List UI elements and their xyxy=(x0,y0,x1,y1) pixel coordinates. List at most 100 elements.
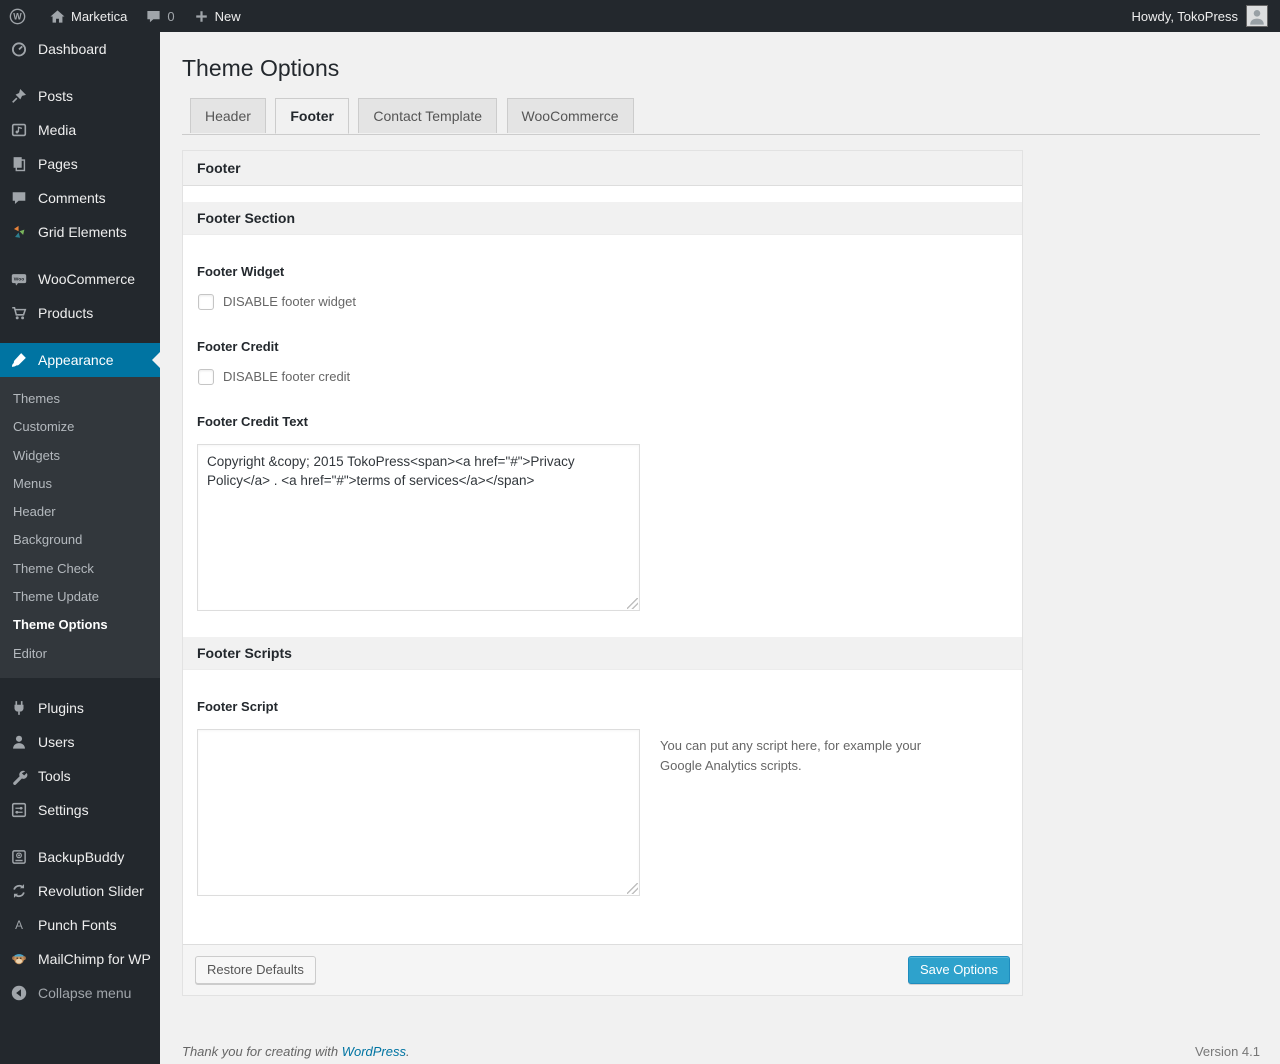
tab-contact-template[interactable]: Contact Template xyxy=(358,97,498,133)
footer-credit-textarea[interactable]: Copyright &copy; 2015 TokoPress<span><a … xyxy=(197,443,640,611)
sidebar-item-mailchimp[interactable]: MailChimp for WP xyxy=(0,942,160,976)
comment-count: 0 xyxy=(167,8,175,24)
sidebar-item-label: Users xyxy=(38,733,75,750)
footer-credit-checkbox[interactable] xyxy=(198,368,214,385)
sidebar-item-label: Grid Elements xyxy=(38,224,127,240)
wordpress-logo-icon: W xyxy=(9,8,26,25)
tab-footer[interactable]: Footer xyxy=(275,97,349,134)
sidebar-item-label: Pages xyxy=(38,156,78,172)
sidebar-item-grid-elements[interactable]: Grid Elements xyxy=(0,215,160,249)
sidebar-item-label: Posts xyxy=(38,88,74,104)
submenu-item-editor[interactable]: Editor xyxy=(0,640,160,668)
tab-header[interactable]: Header xyxy=(190,97,266,133)
thankyou-text: Thank you for creating with WordPress. xyxy=(182,1044,410,1059)
submenu-item-themes[interactable]: Themes xyxy=(0,385,160,413)
version-label: Version 4.1 xyxy=(1194,1043,1260,1059)
sidebar-item-label: Settings xyxy=(38,801,89,818)
sidebar-item-label: Plugins xyxy=(38,699,84,716)
sidebar-item-dashboard[interactable]: Dashboard xyxy=(0,32,160,66)
submenu-item-theme-check[interactable]: Theme Check xyxy=(0,555,160,583)
mailchimp-monkey-icon xyxy=(9,949,29,969)
thankyou-suffix: . xyxy=(406,1043,410,1059)
sidebar-item-backupbuddy[interactable]: BackupBuddy xyxy=(0,840,160,874)
footer-widget-checkbox[interactable] xyxy=(198,293,214,310)
footer-credit-label: Footer Credit xyxy=(197,338,279,354)
restore-defaults-button[interactable]: Restore Defaults xyxy=(195,955,316,984)
sidebar-item-label: Comments xyxy=(38,190,106,206)
circular-arrows-icon xyxy=(9,881,29,901)
sidebar-item-media[interactable]: Media xyxy=(0,113,160,147)
theme-options-panel: Footer Footer Section Footer Widget DISA… xyxy=(182,149,1023,996)
wrench-icon xyxy=(9,766,29,786)
sidebar-item-label: Punch Fonts xyxy=(38,916,117,933)
sidebar-item-label: Products xyxy=(38,305,94,321)
sidebar-item-plugins[interactable]: Plugins xyxy=(0,691,160,725)
comment-bubble-icon xyxy=(145,8,162,25)
howdy-account-link[interactable]: Howdy, TokoPress xyxy=(1132,9,1238,24)
sidebar-item-label: Dashboard xyxy=(38,41,107,57)
avatar[interactable] xyxy=(1246,5,1268,27)
collapse-arrow-icon xyxy=(9,983,29,1003)
sidebar-item-appearance[interactable]: Appearance xyxy=(0,343,160,377)
site-name-menu[interactable]: Marketica xyxy=(40,0,136,32)
submenu-item-header[interactable]: Header xyxy=(0,498,160,526)
new-content-menu[interactable]: New xyxy=(184,0,250,32)
wordpress-link[interactable]: WordPress xyxy=(342,1044,406,1059)
footer-widget-check-row: DISABLE footer widget xyxy=(197,293,1008,310)
submenu-item-theme-options[interactable]: Theme Options xyxy=(0,611,160,639)
footer-widget-checkbox-label: DISABLE footer widget xyxy=(223,294,356,310)
backup-disk-icon xyxy=(9,847,29,867)
page-title: Theme Options xyxy=(182,55,340,81)
sidebar-item-comments[interactable]: Comments xyxy=(0,181,160,215)
footer-credit-check-row: DISABLE footer credit xyxy=(197,368,1008,385)
sidebar-item-posts[interactable]: Posts xyxy=(0,79,160,113)
svg-text:W: W xyxy=(13,11,22,21)
home-icon xyxy=(49,8,66,25)
comments-menu[interactable]: 0 xyxy=(136,0,183,32)
footer-credit-checkbox-label: DISABLE footer credit xyxy=(223,369,351,385)
sidebar-item-label: BackupBuddy xyxy=(38,848,125,865)
comments-icon xyxy=(9,188,29,208)
sidebar-item-tools[interactable]: Tools xyxy=(0,759,160,793)
sidebar-item-settings[interactable]: Settings xyxy=(0,793,160,827)
submenu-item-menus[interactable]: Menus xyxy=(0,470,160,498)
settings-sliders-icon xyxy=(9,800,29,820)
plus-icon xyxy=(193,8,210,25)
section-footer-section: Footer Section xyxy=(183,201,1022,235)
footer-script-textarea[interactable] xyxy=(197,728,640,896)
admin-sidebar: Dashboard Posts Media Pages Comments Gri… xyxy=(0,32,160,1064)
paintbrush-icon xyxy=(9,350,29,370)
sidebar-item-label: Tools xyxy=(38,767,71,784)
sidebar-item-collapse-menu[interactable]: Collapse menu xyxy=(0,976,160,1010)
main-content: Theme Options Header Footer Contact Temp… xyxy=(160,32,1280,1064)
letter-a-icon: A xyxy=(9,915,29,935)
submenu-item-widgets[interactable]: Widgets xyxy=(0,442,160,470)
thankyou-prefix: Thank you for creating with xyxy=(182,1043,342,1059)
sidebar-item-products[interactable]: Products xyxy=(0,296,160,330)
page-footer: Thank you for creating with WordPress. V… xyxy=(182,1044,1260,1059)
sidebar-item-users[interactable]: Users xyxy=(0,725,160,759)
section-footer-scripts: Footer Scripts xyxy=(183,636,1022,670)
save-options-button[interactable]: Save Options xyxy=(907,955,1010,984)
tab-woocommerce[interactable]: WooCommerce xyxy=(506,97,634,133)
sidebar-item-label: Collapse menu xyxy=(38,984,132,1001)
sidebar-item-pages[interactable]: Pages xyxy=(0,147,160,181)
sidebar-item-punch-fonts[interactable]: A Punch Fonts xyxy=(0,908,160,942)
footer-credit-text-label: Footer Credit Text xyxy=(197,413,308,429)
footer-scripts-body: Footer Script You can put any script her… xyxy=(183,699,1022,944)
sidebar-item-label: MailChimp for WP xyxy=(38,950,151,967)
user-icon xyxy=(9,732,29,752)
submenu-item-theme-update[interactable]: Theme Update xyxy=(0,583,160,611)
submenu-item-customize[interactable]: Customize xyxy=(0,413,160,441)
sidebar-item-revolution-slider[interactable]: Revolution Slider xyxy=(0,874,160,908)
footer-section-body: Footer Widget DISABLE footer widget Foot… xyxy=(183,264,1022,637)
footer-script-note: You can put any script here, for example… xyxy=(660,737,922,774)
pages-icon xyxy=(9,154,29,174)
sidebar-item-woocommerce[interactable]: Woo WooCommerce xyxy=(0,262,160,296)
site-name-label: Marketica xyxy=(71,8,128,24)
admin-bar: W Marketica 0 New Howdy, TokoPress xyxy=(0,0,1280,32)
wordpress-logo-menu[interactable]: W xyxy=(0,0,40,32)
submenu-item-background[interactable]: Background xyxy=(0,526,160,554)
svg-text:A: A xyxy=(15,919,23,932)
sidebar-item-label: Appearance xyxy=(38,352,114,368)
